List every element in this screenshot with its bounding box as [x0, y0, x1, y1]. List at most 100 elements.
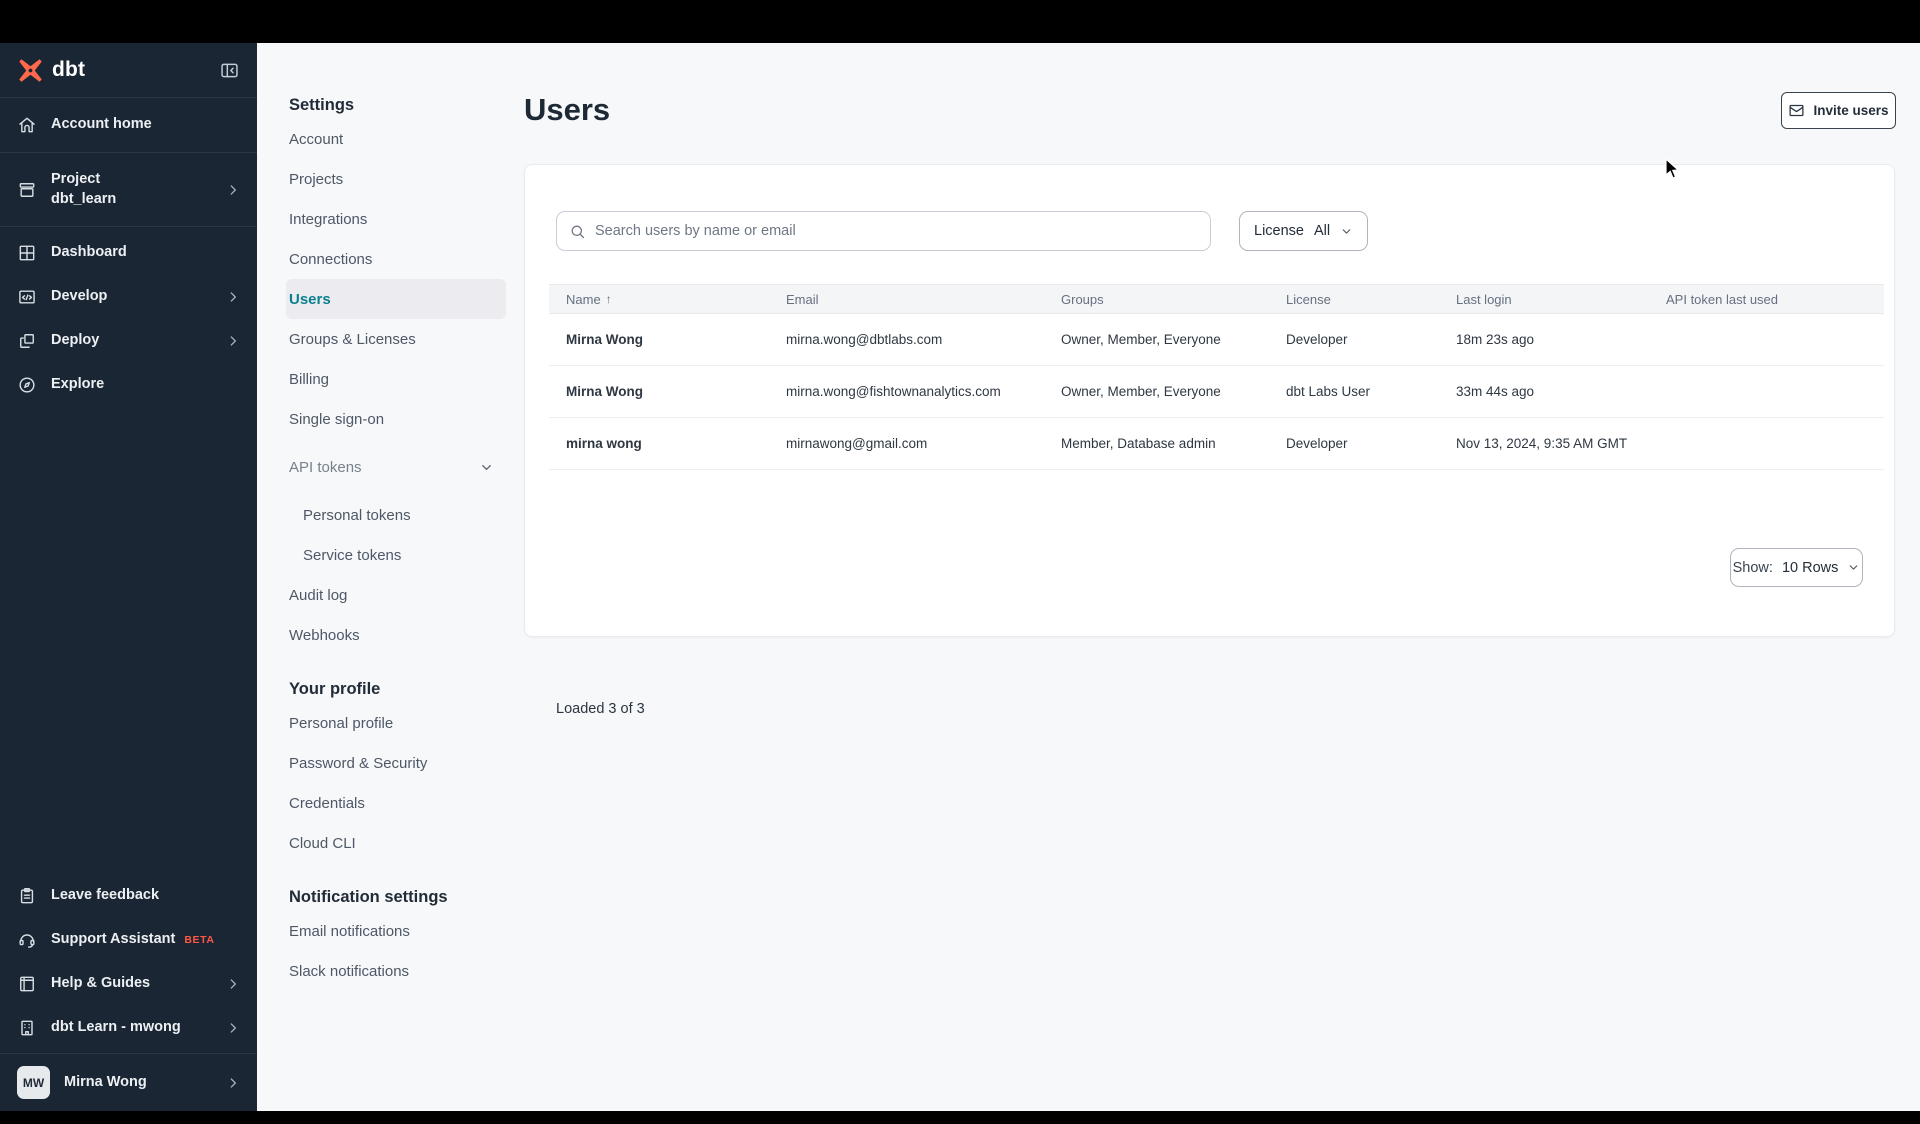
settings-nav: Settings Account Projects Integrations Conne…	[257, 43, 520, 991]
sidebar-item-support-assistant[interactable]: Support Assistant BETA	[0, 918, 257, 962]
settings-nav-item-label: Groups & Licenses	[289, 330, 416, 348]
sidebar-item-develop[interactable]: Develop	[0, 275, 257, 319]
column-header-email[interactable]: Email	[786, 292, 1061, 307]
cell-groups: Owner, Member, Everyone	[1061, 384, 1221, 399]
settings-nav-item-label: Service tokens	[303, 546, 402, 564]
sidebar-item-label: Account home	[51, 115, 240, 135]
settings-nav-item-label: Personal profile	[289, 714, 394, 732]
chevron-right-icon	[226, 290, 240, 304]
sidebar-item-label: dbt Learn - mwong	[51, 1018, 212, 1038]
sidebar-item-text: Project	[51, 170, 101, 187]
settings-nav-item-audit-log[interactable]: Audit log	[286, 575, 506, 615]
cell-email: mirna.wong@fishtownanalytics.com	[786, 384, 1001, 399]
sidebar-item-help-guides[interactable]: Help & Guides	[0, 962, 257, 1006]
column-header-last-login[interactable]: Last login	[1456, 292, 1666, 307]
headset-icon	[17, 930, 37, 950]
settings-nav-item-users[interactable]: Users	[286, 279, 506, 319]
settings-nav-item-personal-tokens[interactable]: Personal tokens	[286, 495, 506, 535]
cell-name: Mirna Wong	[566, 332, 643, 347]
search-icon	[569, 223, 586, 240]
avatar: MW	[17, 1066, 50, 1099]
sidebar-item-label: Explore	[51, 375, 240, 395]
settings-nav-item-label: Users	[289, 290, 331, 308]
sidebar-item-label: Develop	[51, 287, 212, 307]
settings-section-heading: Your profile	[289, 680, 381, 698]
settings-nav-item-slack-notifications[interactable]: Slack notifications	[286, 951, 506, 991]
settings-section-list: Email notifications Slack notifications	[257, 907, 520, 991]
chevron-right-icon	[226, 183, 240, 197]
sidebar-item-deploy[interactable]: Deploy	[0, 319, 257, 363]
settings-nav-item-api-tokens[interactable]: API tokens	[286, 447, 506, 487]
envelope-icon	[1788, 102, 1805, 119]
invite-users-button[interactable]: Invite users	[1781, 92, 1896, 129]
settings-nav-item-integrations[interactable]: Integrations	[286, 199, 506, 239]
sidebar-item-account-home[interactable]: Account home	[0, 98, 257, 153]
settings-nav-item-projects[interactable]: Projects	[286, 159, 506, 199]
settings-nav-item-label: Cloud CLI	[289, 834, 356, 852]
settings-nav-item-groups-licenses[interactable]: Groups & Licenses	[286, 319, 506, 359]
clipboard-icon	[17, 886, 37, 906]
cell-last-login: 33m 44s ago	[1456, 384, 1535, 399]
settings-nav-item-credentials[interactable]: Credentials	[286, 783, 506, 823]
sidebar-footer-items: Leave feedback Support Assistant BETA Help …	[0, 874, 257, 1050]
sidebar-item-text: Deploy	[51, 332, 100, 349]
settings-nav-item-single-sign-on[interactable]: Single sign-on	[286, 399, 506, 439]
settings-nav-item-label: Audit log	[289, 586, 348, 604]
sidebar-item-explore[interactable]: Explore	[0, 363, 257, 407]
dbt-logo: dbt	[17, 57, 85, 84]
sidebar-item-text: Develop	[51, 288, 108, 305]
table-row[interactable]: Mirna Wong mirna.wong@dbtlabs.com Owner, M…	[549, 314, 1884, 366]
column-header-name[interactable]: Name ↑	[566, 292, 786, 307]
column-header-license[interactable]: License	[1286, 292, 1456, 307]
sidebar-item-project[interactable]: Project dbt_learn	[0, 153, 257, 227]
settings-section-list: Personal profile Password & Security Crede…	[257, 699, 520, 863]
column-header-label: Groups	[1061, 291, 1104, 307]
settings-nav-item-label: API tokens	[289, 458, 362, 476]
bottom-black-bar	[0, 1111, 1920, 1124]
settings-nav-item-webhooks[interactable]: Webhooks	[286, 615, 506, 655]
rows-per-page-dropdown[interactable]: Show: 10 Rows	[1730, 548, 1863, 587]
table-row[interactable]: mirna wong mirnawong@gmail.com Member, Dat…	[549, 418, 1884, 470]
table-header: Name ↑ Email Groups License Last login API tok…	[549, 284, 1884, 314]
settings-nav-item-email-notifications[interactable]: Email notifications	[286, 911, 506, 951]
settings-nav-item-label: Slack notifications	[289, 962, 410, 980]
settings-nav-item-personal-profile[interactable]: Personal profile	[286, 703, 506, 743]
cell-email: mirna.wong@dbtlabs.com	[786, 332, 943, 347]
cell-name: mirna wong	[566, 436, 642, 451]
cell-name: Mirna Wong	[566, 384, 643, 399]
sidebar-header: dbt	[0, 43, 257, 98]
sidebar-item-label: Deploy	[51, 331, 212, 351]
cell-license: dbt Labs User	[1286, 384, 1371, 399]
cell-license: Developer	[1286, 436, 1348, 451]
sidebar-item-dashboard[interactable]: Dashboard	[0, 231, 257, 275]
sidebar-item-text: Help & Guides	[51, 975, 151, 992]
sidebar-item-dbt-learn-mwong[interactable]: dbt Learn - mwong	[0, 1006, 257, 1050]
search-input[interactable]	[595, 223, 1198, 239]
loaded-status: Loaded 3 of 3	[556, 701, 645, 717]
column-header-groups[interactable]: Groups	[1061, 292, 1286, 307]
chevron-right-icon	[226, 334, 240, 348]
sidebar-user-menu[interactable]: MW Mirna Wong	[0, 1054, 257, 1111]
settings-nav-item-service-tokens[interactable]: Service tokens	[286, 535, 506, 575]
column-header-api-token-last-used[interactable]: API token last used	[1666, 292, 1884, 307]
settings-nav-item-account[interactable]: Account	[286, 119, 506, 159]
building-icon	[17, 1018, 37, 1038]
settings-nav-item-cloud-cli[interactable]: Cloud CLI	[286, 823, 506, 863]
sidebar-item-text: dbt Learn - mwong	[51, 1019, 181, 1036]
settings-nav-item-password-security[interactable]: Password & Security	[286, 743, 506, 783]
sidebar-collapse-icon[interactable]	[219, 60, 240, 81]
explore-icon	[17, 375, 37, 395]
settings-nav-item-billing[interactable]: Billing	[286, 359, 506, 399]
license-filter-dropdown[interactable]: License All	[1239, 211, 1369, 251]
column-header-label: Name	[566, 291, 601, 307]
table-row[interactable]: Mirna Wong mirna.wong@fishtownanalytics.c…	[549, 366, 1884, 418]
table-body: Mirna Wong mirna.wong@dbtlabs.com Owner, M…	[549, 314, 1884, 470]
sidebar-item-label: Project dbt_learn	[51, 170, 212, 209]
settings-nav-item-label: Billing	[289, 370, 330, 388]
top-black-bar	[0, 0, 1920, 43]
brand-name: dbt	[52, 58, 86, 81]
settings-nav-item-connections[interactable]: Connections	[286, 239, 506, 279]
sidebar-item-leave-feedback[interactable]: Leave feedback	[0, 874, 257, 918]
settings-section-list: Account Projects Integrations Connections Us…	[257, 115, 520, 655]
column-header-label: License	[1286, 291, 1331, 307]
